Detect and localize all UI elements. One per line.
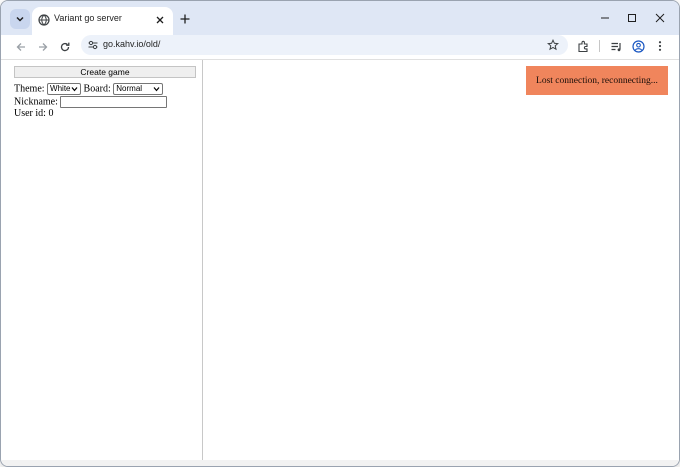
- toast-message: Lost connection, reconnecting...: [536, 75, 658, 86]
- more-icon: [658, 41, 662, 51]
- profile-button[interactable]: [631, 39, 645, 53]
- forward-icon: [39, 43, 48, 51]
- user-id-label: User id:: [14, 108, 46, 119]
- media-control-button[interactable]: [609, 39, 623, 53]
- board-select[interactable]: Normal: [113, 83, 164, 95]
- close-icon: [655, 13, 665, 23]
- address-bar[interactable]: go.kahv.io/old/: [81, 35, 568, 55]
- nickname-label: Nickname:: [14, 96, 58, 108]
- nickname-input[interactable]: [60, 96, 168, 108]
- board-select-value: Normal: [116, 84, 143, 93]
- user-id-row: User id: 0: [14, 108, 53, 120]
- theme-select-value: White: [50, 84, 71, 93]
- connection-status-toast: Lost connection, reconnecting...: [526, 66, 668, 95]
- maximize-button[interactable]: [625, 11, 639, 25]
- tab-title: Variant go server: [54, 13, 122, 23]
- minimize-button[interactable]: [598, 11, 612, 25]
- back-icon: [16, 43, 25, 51]
- tune-icon[interactable]: [87, 39, 99, 51]
- reload-icon: [60, 42, 70, 52]
- user-id-value: 0: [48, 108, 54, 119]
- board-label: Board:: [83, 83, 111, 95]
- url-text: go.kahv.io/old/: [103, 39, 161, 49]
- more-menu-button[interactable]: [653, 39, 667, 53]
- extensions-icon: [577, 40, 588, 52]
- extensions-button[interactable]: [576, 39, 590, 53]
- star-icon[interactable]: [547, 39, 559, 51]
- close-window-button[interactable]: [653, 11, 667, 25]
- tab-bar: Variant go server: [1, 1, 679, 35]
- globe-icon: [38, 14, 50, 26]
- tab-active[interactable]: Variant go server: [32, 7, 173, 35]
- chevron-down-icon: [153, 87, 160, 92]
- browser-window: Variant go server go.kahv.io/old/ Create…: [0, 0, 680, 467]
- left-panel: Create game Theme: White Board: Normal N…: [2, 60, 203, 461]
- maximize-icon: [628, 14, 636, 22]
- theme-label: Theme:: [14, 83, 45, 95]
- back-button[interactable]: [13, 39, 29, 55]
- chevron-down-icon: [16, 16, 24, 22]
- nickname-row: Nickname:: [14, 96, 168, 108]
- settings-row: Theme: White Board: Normal: [14, 83, 164, 95]
- close-icon[interactable]: [154, 14, 166, 26]
- forward-button[interactable]: [35, 39, 51, 55]
- reload-button[interactable]: [57, 39, 73, 55]
- page-content: Create game Theme: White Board: Normal N…: [2, 60, 679, 461]
- theme-select[interactable]: White: [47, 83, 82, 95]
- profile-icon: [631, 39, 645, 53]
- create-game-button[interactable]: Create game: [14, 66, 196, 78]
- plus-icon[interactable]: [178, 12, 192, 26]
- chevron-down-icon: [71, 87, 78, 92]
- toolbar-separator: [599, 40, 600, 52]
- minimize-icon: [601, 17, 609, 19]
- tab-search-button[interactable]: [10, 9, 30, 29]
- browser-toolbar: go.kahv.io/old/: [1, 35, 679, 59]
- media-control-icon: [611, 42, 621, 51]
